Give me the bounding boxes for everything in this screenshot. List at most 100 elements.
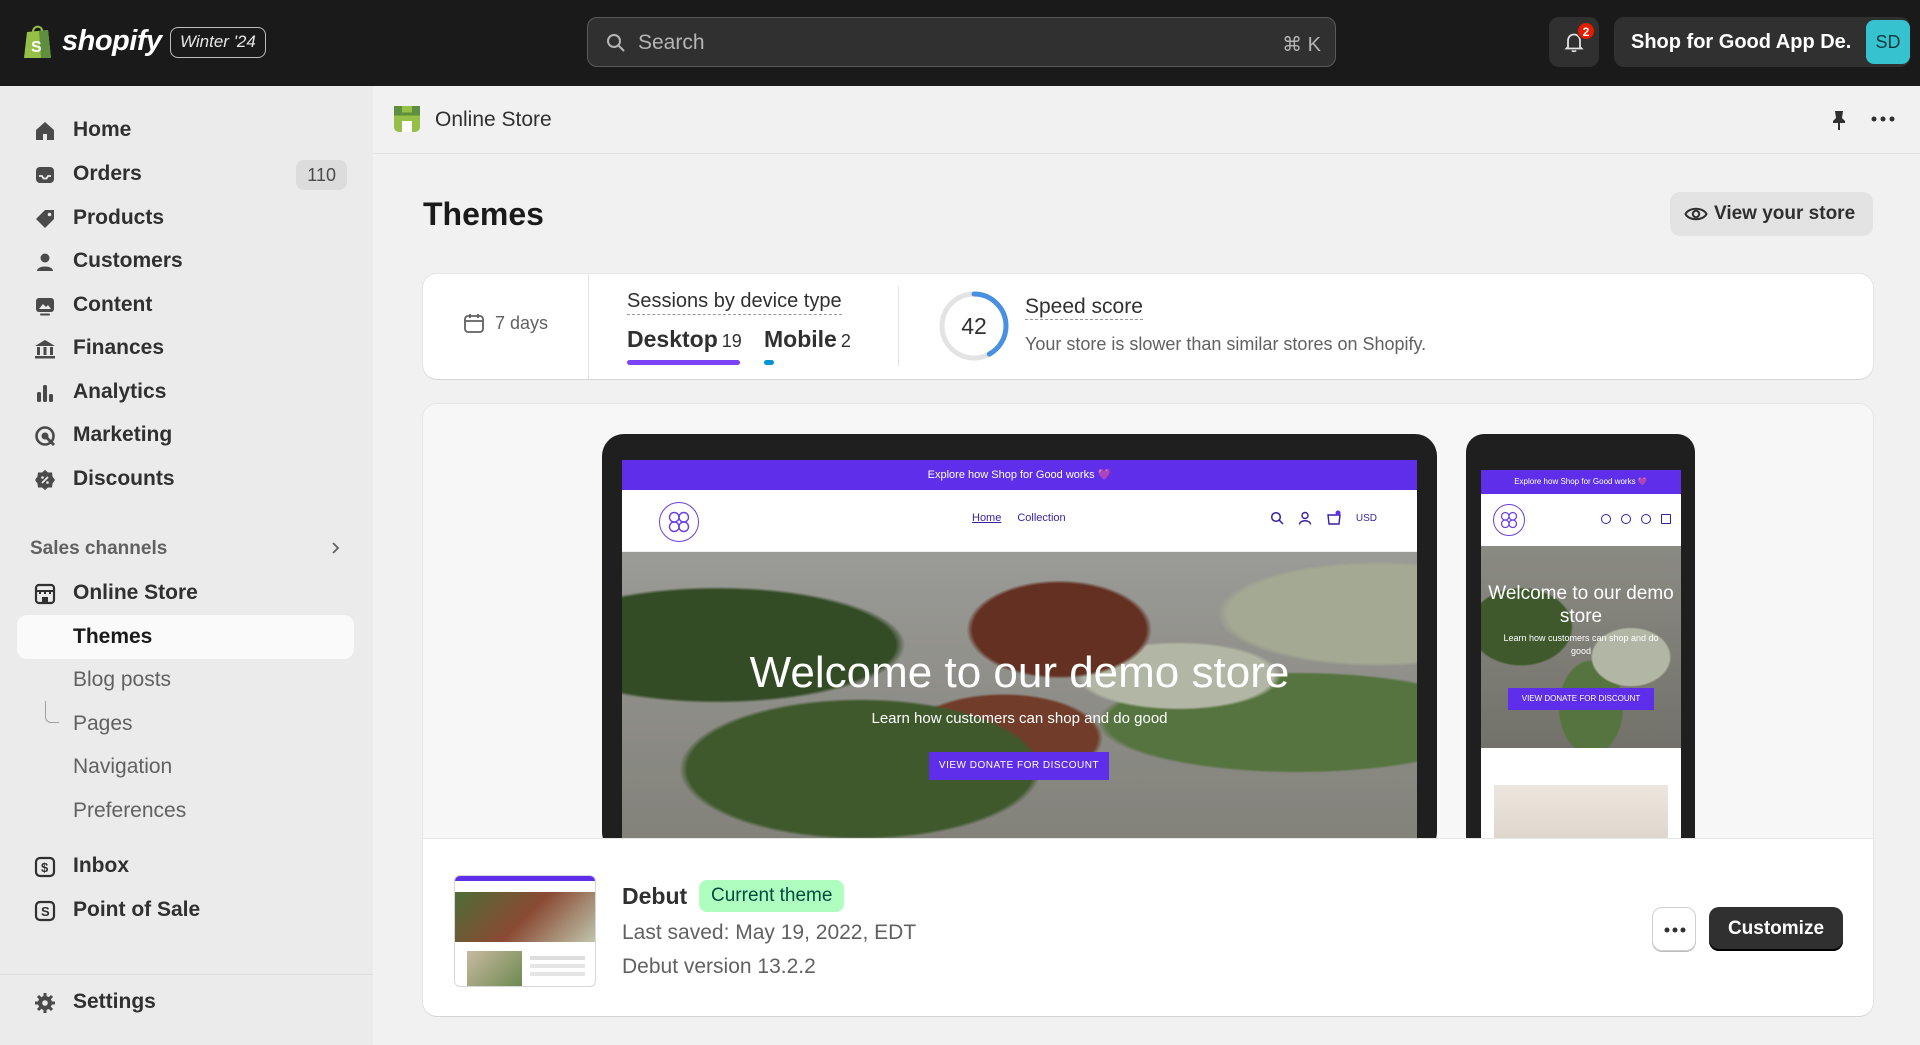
sidebar-item-blog-posts[interactable]: Blog posts — [17, 658, 354, 702]
more-options-icon[interactable] — [1870, 108, 1896, 130]
sidebar-item-customers[interactable]: Customers — [17, 239, 354, 283]
more-options-icon — [1664, 927, 1686, 933]
edition-badge[interactable]: Winter '24 — [170, 27, 266, 58]
person-icon — [37, 253, 53, 271]
account-icon — [1621, 514, 1631, 524]
sidebar-item-products[interactable]: Products — [17, 196, 354, 240]
currency-selector: USD — [1355, 512, 1377, 524]
thumbnail-hero — [455, 892, 595, 942]
theme-actions-button[interactable] — [1652, 907, 1696, 951]
sidebar-item-label: Products — [73, 206, 165, 229]
hero-button: VIEW DONATE FOR DISCOUNT — [929, 752, 1109, 780]
search-input[interactable]: Search ⌘ K — [587, 17, 1336, 67]
sidebar-item-orders[interactable]: Orders 110 — [17, 152, 354, 196]
speed-score-title[interactable]: Speed score — [1025, 295, 1143, 320]
sidebar-item-navigation[interactable]: Navigation — [17, 745, 354, 789]
sidebar-item-pages[interactable]: Pages — [17, 702, 354, 746]
store-link-home: Home — [972, 512, 1002, 524]
hero-subtitle: Learn how customers can shop and do good — [871, 710, 1168, 727]
store-links: Home Collection — [972, 512, 1066, 524]
mobile-hero-subtitle: Learn how customers can shop and do good — [1503, 633, 1659, 656]
mobile-hero-title: Welcome to our demo store — [1488, 583, 1674, 627]
sidebar-item-label: Blog posts — [73, 668, 172, 691]
sidebar-item-home[interactable]: Home — [17, 108, 354, 152]
desktop-sessions: Desktop 19 — [627, 326, 742, 353]
theme-version-text: Debut version 13.2.2 — [622, 955, 816, 978]
svg-text:S: S — [31, 39, 42, 56]
theme-info-row: Debut Current theme Last saved: May 19, … — [423, 838, 1873, 1016]
sidebar-item-preferences[interactable]: Preferences — [17, 789, 354, 833]
cart-icon — [1641, 514, 1651, 524]
notification-count-badge: 2 — [1577, 22, 1595, 40]
calendar-icon — [464, 314, 484, 333]
chevron-right-icon[interactable] — [328, 541, 342, 555]
sidebar-item-finances[interactable]: Finances — [17, 326, 354, 370]
view-store-button[interactable]: View your store — [1670, 192, 1873, 236]
notifications-button[interactable]: 2 — [1549, 17, 1599, 67]
shopify-logo[interactable]: S shopify — [22, 22, 162, 60]
sidebar-item-label: Content — [73, 293, 153, 316]
image-content-icon — [36, 298, 54, 316]
desktop-preview-frame: Explore how Shop for Good works 💜 Home C… — [602, 434, 1437, 838]
view-store-label: View your store — [1714, 203, 1856, 224]
discount-badge-icon — [35, 470, 55, 490]
sidebar-item-label: Home — [73, 118, 132, 141]
sidebar-item-settings[interactable]: Settings — [17, 980, 354, 1024]
desktop-bar — [627, 360, 740, 365]
mobile-nav-icons — [1601, 514, 1671, 524]
sidebar-item-inbox[interactable]: $ Inbox — [17, 844, 354, 888]
divider — [588, 274, 589, 379]
brand-name: shopify — [62, 24, 162, 57]
menu-icon — [1661, 514, 1671, 524]
thumbnail-image — [467, 951, 522, 986]
avatar: SD — [1866, 20, 1910, 64]
date-range-button[interactable]: 7 days — [463, 312, 548, 334]
theme-preview[interactable]: Explore how Shop for Good works 💜 Home C… — [423, 404, 1873, 838]
theme-thumbnail[interactable] — [454, 875, 596, 987]
sales-channels-heading[interactable]: Sales channels — [30, 538, 167, 560]
customize-button[interactable]: Customize — [1709, 907, 1843, 951]
sidebar-item-label: Themes — [73, 625, 153, 648]
theme-name: Debut — [622, 883, 688, 909]
svg-text:S: S — [41, 904, 50, 919]
mobile-hero-button: VIEW DONATE FOR DISCOUNT — [1508, 688, 1654, 710]
sidebar-item-label: Discounts — [73, 467, 175, 490]
sidebar-item-themes[interactable]: Themes — [17, 615, 354, 659]
svg-text:$: $ — [41, 860, 49, 875]
sidebar-item-marketing[interactable]: Marketing — [17, 413, 354, 457]
sidebar-divider — [0, 974, 373, 975]
mobile-bar — [764, 360, 774, 365]
divider — [898, 286, 899, 366]
sidebar-item-analytics[interactable]: Analytics — [17, 370, 354, 414]
orders-count-badge: 110 — [296, 160, 347, 190]
top-bar: S shopify Winter '24 Search ⌘ K 2 Shop f… — [0, 0, 1920, 86]
store-menu-button[interactable]: Shop for Good App De... SD — [1614, 17, 1910, 67]
mobile-hero-banner: Welcome to our demo store Learn how cust… — [1481, 546, 1681, 748]
sidebar-item-online-store[interactable]: Online Store — [17, 571, 354, 615]
speed-score-value: 42 — [961, 313, 987, 339]
mobile-preview-frame: Explore how Shop for Good works 💜 Welcom… — [1466, 434, 1695, 838]
thumbnail-bar — [455, 876, 595, 881]
desktop-count: 19 — [721, 331, 742, 351]
store-logo-icon — [1493, 504, 1525, 536]
inbox-tray-icon — [36, 167, 54, 183]
search-shortcut: ⌘ K — [1282, 34, 1321, 56]
pin-icon[interactable] — [1828, 109, 1850, 131]
sidebar-item-discounts[interactable]: Discounts — [17, 457, 354, 501]
sidebar-item-label: Point of Sale — [73, 898, 201, 921]
sidebar-item-label: Finances — [73, 336, 165, 359]
hero-title: Welcome to our demo store — [749, 648, 1290, 697]
theme-card: Explore how Shop for Good works 💜 Home C… — [423, 404, 1873, 1016]
hero-banner: Welcome to our demo store Learn how cust… — [622, 552, 1417, 838]
home-icon — [36, 122, 54, 140]
sidebar-item-point-of-sale[interactable]: S Point of Sale — [17, 888, 354, 932]
sessions-title[interactable]: Sessions by device type — [627, 290, 842, 315]
chat-icon: $ — [34, 856, 56, 878]
shopify-bag-icon: S — [24, 25, 51, 58]
sidebar-item-content[interactable]: Content — [17, 283, 354, 327]
sidebar: Home Orders 110 Products Customers Conte… — [0, 86, 373, 1045]
bank-icon — [35, 340, 55, 359]
sidebar-item-label: Navigation — [73, 755, 173, 778]
date-range-label: 7 days — [495, 312, 549, 333]
page-title: Themes — [423, 196, 544, 232]
